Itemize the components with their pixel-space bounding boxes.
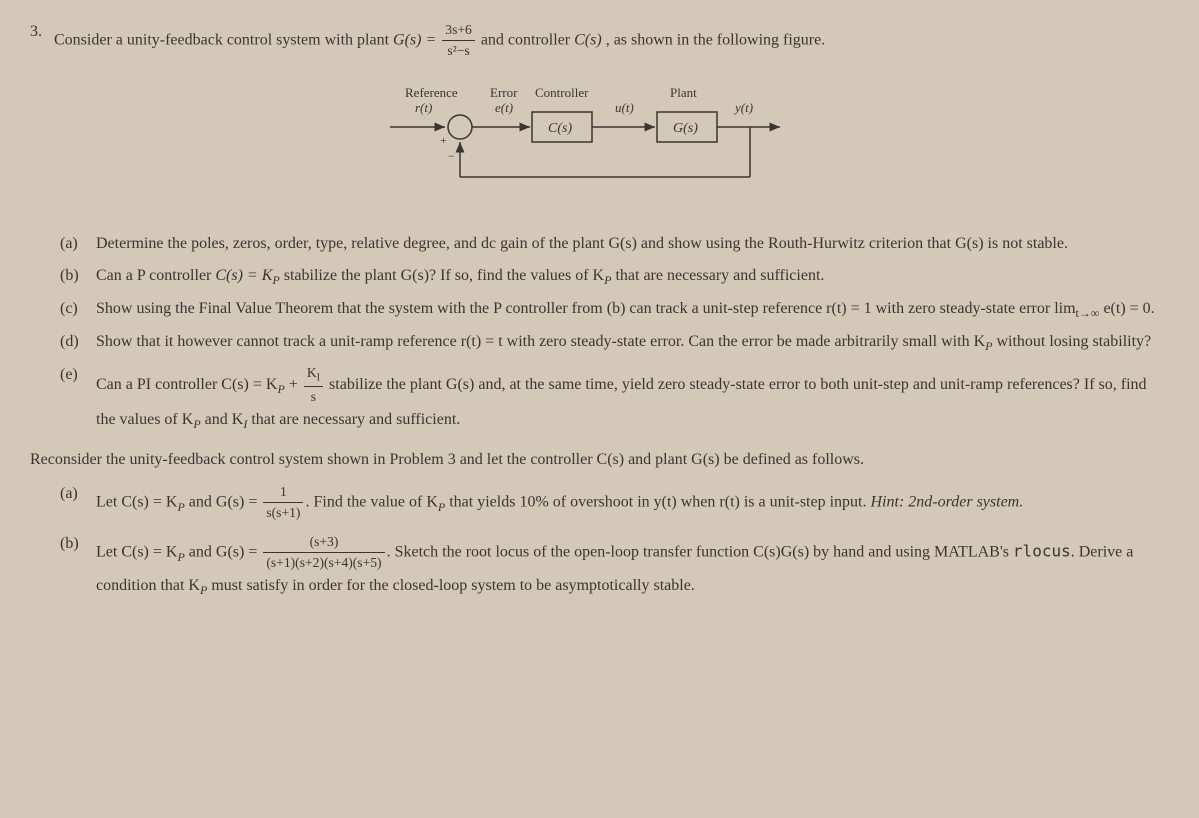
diagram-cs: C(s) xyxy=(548,121,572,136)
part-e-frac-num: KI xyxy=(304,363,323,387)
part2-b-text: Let C(s) = KP and G(s) = (s+3)(s+1)(s+2)… xyxy=(96,532,1169,599)
frac-num-sub: I xyxy=(317,373,320,384)
problem-intro: Consider a unity-feedback control system… xyxy=(54,20,1169,62)
part2-b-t5: must satisfy in order for the closed-loo… xyxy=(207,577,694,594)
intro-text-2: and controller xyxy=(481,32,574,49)
part-d-t1: Show that it however cannot track a unit… xyxy=(96,333,985,350)
part2-b-code: rlocus xyxy=(1013,541,1071,560)
problem-number: 3. xyxy=(30,20,42,44)
diagram-plus: + xyxy=(440,133,447,147)
part2-a-sub1: P xyxy=(177,500,184,514)
part2-a-hint: Hint: 2nd-order system. xyxy=(871,494,1024,511)
part-d: (d) Show that it however cannot track a … xyxy=(60,330,1169,355)
part-b-t2: stabilize the plant G(s)? If so, find th… xyxy=(280,267,604,284)
part2-a-frac-den: s(s+1) xyxy=(263,503,303,523)
part2-a-label: (a) xyxy=(60,482,84,506)
diagram-plant-label: Plant xyxy=(670,85,697,100)
part-e-label: (e) xyxy=(60,363,84,387)
problem-header: 3. Consider a unity-feedback control sys… xyxy=(30,20,1169,62)
part-d-text: Show that it however cannot track a unit… xyxy=(96,330,1169,355)
frac-num: 3s+6 xyxy=(442,20,475,41)
part2-a-t3: . Find the value of K xyxy=(305,494,437,511)
intro-cs: C(s) xyxy=(574,32,602,49)
part-e-sub2: P xyxy=(193,417,200,431)
part2-a-frac-num: 1 xyxy=(263,482,303,503)
frac-num-text: K xyxy=(307,365,317,380)
part2-b-sub1: P xyxy=(177,549,184,563)
block-diagram: Reference Error Controller Plant r(t) + … xyxy=(30,82,1169,202)
reconsider-text: Reconsider the unity-feedback control sy… xyxy=(30,451,864,468)
diagram-ut: u(t) xyxy=(615,100,634,115)
intro-text-3: , as shown in the following figure. xyxy=(606,32,826,49)
diagram-controller-label: Controller xyxy=(535,85,589,100)
diagram-yt: y(t) xyxy=(733,100,753,115)
part-e-t4: and K xyxy=(201,411,244,428)
part-e-t1: Can a PI controller C(s) = K xyxy=(96,376,277,393)
reconsider-section: Reconsider the unity-feedback control sy… xyxy=(30,448,1169,472)
part-b: (b) Can a P controller C(s) = KP stabili… xyxy=(60,264,1169,289)
part-b-eq: C(s) = K xyxy=(215,267,272,284)
part2-b-frac-num: (s+3) xyxy=(263,532,384,553)
intro-eq: G(s) = xyxy=(393,32,440,49)
part2-b: (b) Let C(s) = KP and G(s) = (s+3)(s+1)(… xyxy=(60,532,1169,599)
part-c-text: Show using the Final Value Theorem that … xyxy=(96,297,1169,322)
diagram-et: e(t) xyxy=(495,100,513,115)
part2-a-text: Let C(s) = KP and G(s) = 1s(s+1). Find t… xyxy=(96,482,1169,524)
part-e-t5: that are necessary and sufficient. xyxy=(247,411,460,428)
part2-a-t2: and G(s) = xyxy=(185,494,262,511)
part-e-t2: + xyxy=(285,376,302,393)
frac-den: s²−s xyxy=(442,41,475,61)
part2-b-frac-den: (s+1)(s+2)(s+4)(s+5) xyxy=(263,553,384,573)
part2-b-fraction: (s+3)(s+1)(s+2)(s+4)(s+5) xyxy=(263,532,384,574)
part-e-sub1: P xyxy=(277,382,284,396)
part-c-label: (c) xyxy=(60,297,84,321)
part-b-text: Can a P controller C(s) = KP stabilize t… xyxy=(96,264,1169,289)
part-c: (c) Show using the Final Value Theorem t… xyxy=(60,297,1169,322)
part-e-fraction: KIs xyxy=(304,363,323,407)
intro-text-1: Consider a unity-feedback control system… xyxy=(54,32,393,49)
diagram-error-label: Error xyxy=(490,85,518,100)
part-c-t1: Show using the Final Value Theorem that … xyxy=(96,300,1076,317)
part-b-t3: that are necessary and sufficient. xyxy=(611,267,824,284)
part-b-sub: P xyxy=(272,273,279,287)
part2-b-t2: and G(s) = xyxy=(185,543,262,560)
diagram-minus: − xyxy=(448,149,455,163)
part-a-text: Determine the poles, zeros, order, type,… xyxy=(96,232,1169,256)
part2-b-label: (b) xyxy=(60,532,84,556)
part-a-label: (a) xyxy=(60,232,84,256)
part-c-t2: e(t) = 0. xyxy=(1099,300,1154,317)
part2-a-t4: that yields 10% of overshoot in y(t) whe… xyxy=(445,494,870,511)
part-e: (e) Can a PI controller C(s) = KP + KIs … xyxy=(60,363,1169,433)
diagram-gs: G(s) xyxy=(673,121,698,136)
part-b-t1: Can a P controller xyxy=(96,267,215,284)
part-a-content: Determine the poles, zeros, order, type,… xyxy=(96,235,1068,252)
part2-a: (a) Let C(s) = KP and G(s) = 1s(s+1). Fi… xyxy=(60,482,1169,524)
part-d-label: (d) xyxy=(60,330,84,354)
part-a: (a) Determine the poles, zeros, order, t… xyxy=(60,232,1169,256)
part-e-frac-den: s xyxy=(304,387,323,407)
part2-a-fraction: 1s(s+1) xyxy=(263,482,303,524)
diagram-reference-label: Reference xyxy=(405,85,458,100)
part2-b-t1: Let C(s) = K xyxy=(96,543,177,560)
part2-a-t1: Let C(s) = K xyxy=(96,494,177,511)
diagram-rt: r(t) xyxy=(415,100,432,115)
intro-fraction: 3s+6 s²−s xyxy=(442,20,475,62)
part2-b-t3: . Sketch the root locus of the open-loop… xyxy=(387,543,1013,560)
diagram-svg: Reference Error Controller Plant r(t) + … xyxy=(370,82,830,202)
part-d-t2: without losing stability? xyxy=(992,333,1151,350)
part-e-text: Can a PI controller C(s) = KP + KIs stab… xyxy=(96,363,1169,433)
part-b-label: (b) xyxy=(60,264,84,288)
part-c-sub1: t→∞ xyxy=(1076,306,1100,320)
